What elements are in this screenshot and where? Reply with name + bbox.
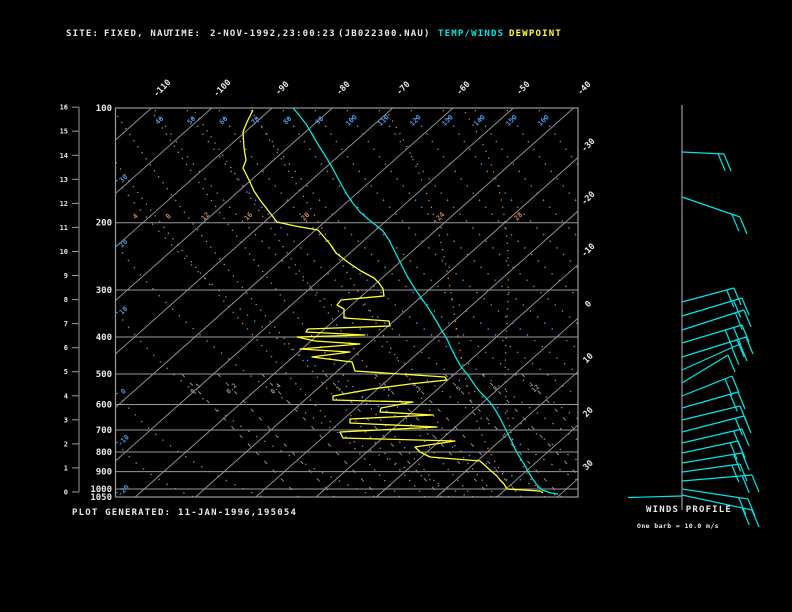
- height-axis: 012345678910111213141516: [60, 104, 80, 497]
- svg-text:1: 1: [64, 464, 68, 472]
- svg-text:900: 900: [96, 468, 112, 478]
- plot-generated-label: PLOT GENERATED:: [72, 508, 172, 518]
- dewpoint-trace: [242, 109, 544, 494]
- svg-text:1050: 1050: [90, 493, 112, 503]
- svg-text:8: 8: [64, 296, 68, 304]
- dry-adiabat-lines: [115, 109, 578, 497]
- skewt-app-screen: SITE: FIXED, NAU TIME: 2-NOV-1992,23:00:…: [0, 0, 792, 612]
- winds-profile-title: WINDS PROFILE: [646, 505, 733, 515]
- svg-text:11: 11: [60, 224, 68, 232]
- svg-text:-70: -70: [395, 80, 413, 98]
- svg-text:-20: -20: [116, 483, 131, 498]
- svg-text:50: 50: [186, 115, 198, 127]
- svg-text:90: 90: [314, 115, 326, 127]
- svg-text:6: 6: [64, 344, 68, 352]
- svg-text:100: 100: [96, 104, 112, 114]
- svg-text:10: 10: [581, 351, 595, 365]
- isotherm-top-labels: -110 -100 -90 -80 -70 -60 -50 -40: [152, 78, 594, 100]
- svg-text:2: 2: [64, 440, 68, 448]
- svg-text:-20: -20: [580, 190, 598, 208]
- svg-text:16: 16: [243, 211, 255, 223]
- skewt-chart: 1002003004005006007008009001000105001234…: [60, 78, 760, 528]
- svg-text:80: 80: [282, 115, 294, 127]
- svg-text:0: 0: [583, 299, 594, 310]
- svg-text:30: 30: [581, 458, 595, 472]
- svg-text:7: 7: [64, 320, 68, 328]
- svg-text:0: 0: [64, 489, 68, 497]
- svg-text:10: 10: [60, 248, 68, 256]
- svg-text:10: 10: [118, 305, 130, 317]
- isotherm-right-labels: -30 -20 -10 0 10 20 30: [580, 137, 598, 473]
- svg-text:140: 140: [472, 113, 487, 128]
- svg-text:5: 5: [64, 368, 68, 376]
- svg-text:-80: -80: [335, 80, 353, 98]
- svg-text:15: 15: [60, 128, 68, 136]
- svg-text:3: 3: [64, 416, 68, 424]
- svg-text:700: 700: [96, 426, 112, 436]
- svg-text:14: 14: [60, 152, 68, 160]
- mixing-ratio-lines: [181, 373, 578, 497]
- moist-adiabat-labels: 4 8 12 16 20 24 28: [131, 211, 524, 223]
- winds-profile-subtitle: One barb = 10.0 m/s: [637, 522, 719, 530]
- pressure-labels: 10020030040050060070080090010001050: [90, 104, 112, 503]
- svg-text:8: 8: [164, 212, 173, 221]
- svg-text:-50: -50: [515, 80, 533, 98]
- temp-trace: [292, 107, 559, 495]
- svg-text:60: 60: [218, 115, 230, 127]
- svg-text:200: 200: [96, 219, 112, 229]
- svg-text:400: 400: [96, 333, 112, 343]
- svg-text:20: 20: [118, 238, 130, 250]
- svg-text:600: 600: [96, 401, 112, 411]
- svg-text:-10: -10: [580, 242, 598, 260]
- svg-text:-40: -40: [576, 80, 594, 98]
- svg-text:-90: -90: [274, 80, 292, 98]
- svg-text:120: 120: [408, 113, 423, 128]
- svg-text:40: 40: [154, 115, 166, 127]
- svg-text:300: 300: [96, 286, 112, 296]
- svg-text:28: 28: [513, 211, 525, 223]
- svg-text:0: 0: [119, 387, 128, 396]
- svg-text:500: 500: [96, 370, 112, 380]
- svg-text:4: 4: [131, 212, 140, 221]
- svg-text:150: 150: [504, 113, 519, 128]
- svg-text:800: 800: [96, 448, 112, 458]
- svg-text:12: 12: [60, 200, 68, 208]
- svg-text:20: 20: [300, 211, 312, 223]
- svg-text:130: 130: [440, 113, 455, 128]
- svg-text:-60: -60: [455, 80, 473, 98]
- moist-adiabat-lines: [115, 111, 546, 497]
- svg-text:12: 12: [200, 211, 212, 223]
- svg-text:24: 24: [435, 211, 447, 223]
- svg-text:13: 13: [60, 176, 68, 184]
- svg-text:-30: -30: [580, 137, 598, 155]
- svg-text:4: 4: [64, 392, 68, 400]
- winds-profile: [627, 105, 760, 528]
- svg-text:100: 100: [344, 113, 359, 128]
- plot-generated-value: 11-JAN-1996,195054: [178, 508, 298, 518]
- svg-text:16: 16: [60, 104, 68, 112]
- svg-text:-110: -110: [152, 78, 174, 100]
- svg-text:70: 70: [250, 115, 262, 127]
- svg-text:160: 160: [536, 113, 551, 128]
- svg-text:20: 20: [581, 405, 595, 419]
- svg-text:-10: -10: [116, 433, 131, 448]
- svg-text:9: 9: [64, 272, 68, 280]
- svg-text:-100: -100: [212, 78, 234, 100]
- mixing-ratio-labels: 0.1 0.2 0.4 1 2 3 5 8 12: [189, 382, 542, 396]
